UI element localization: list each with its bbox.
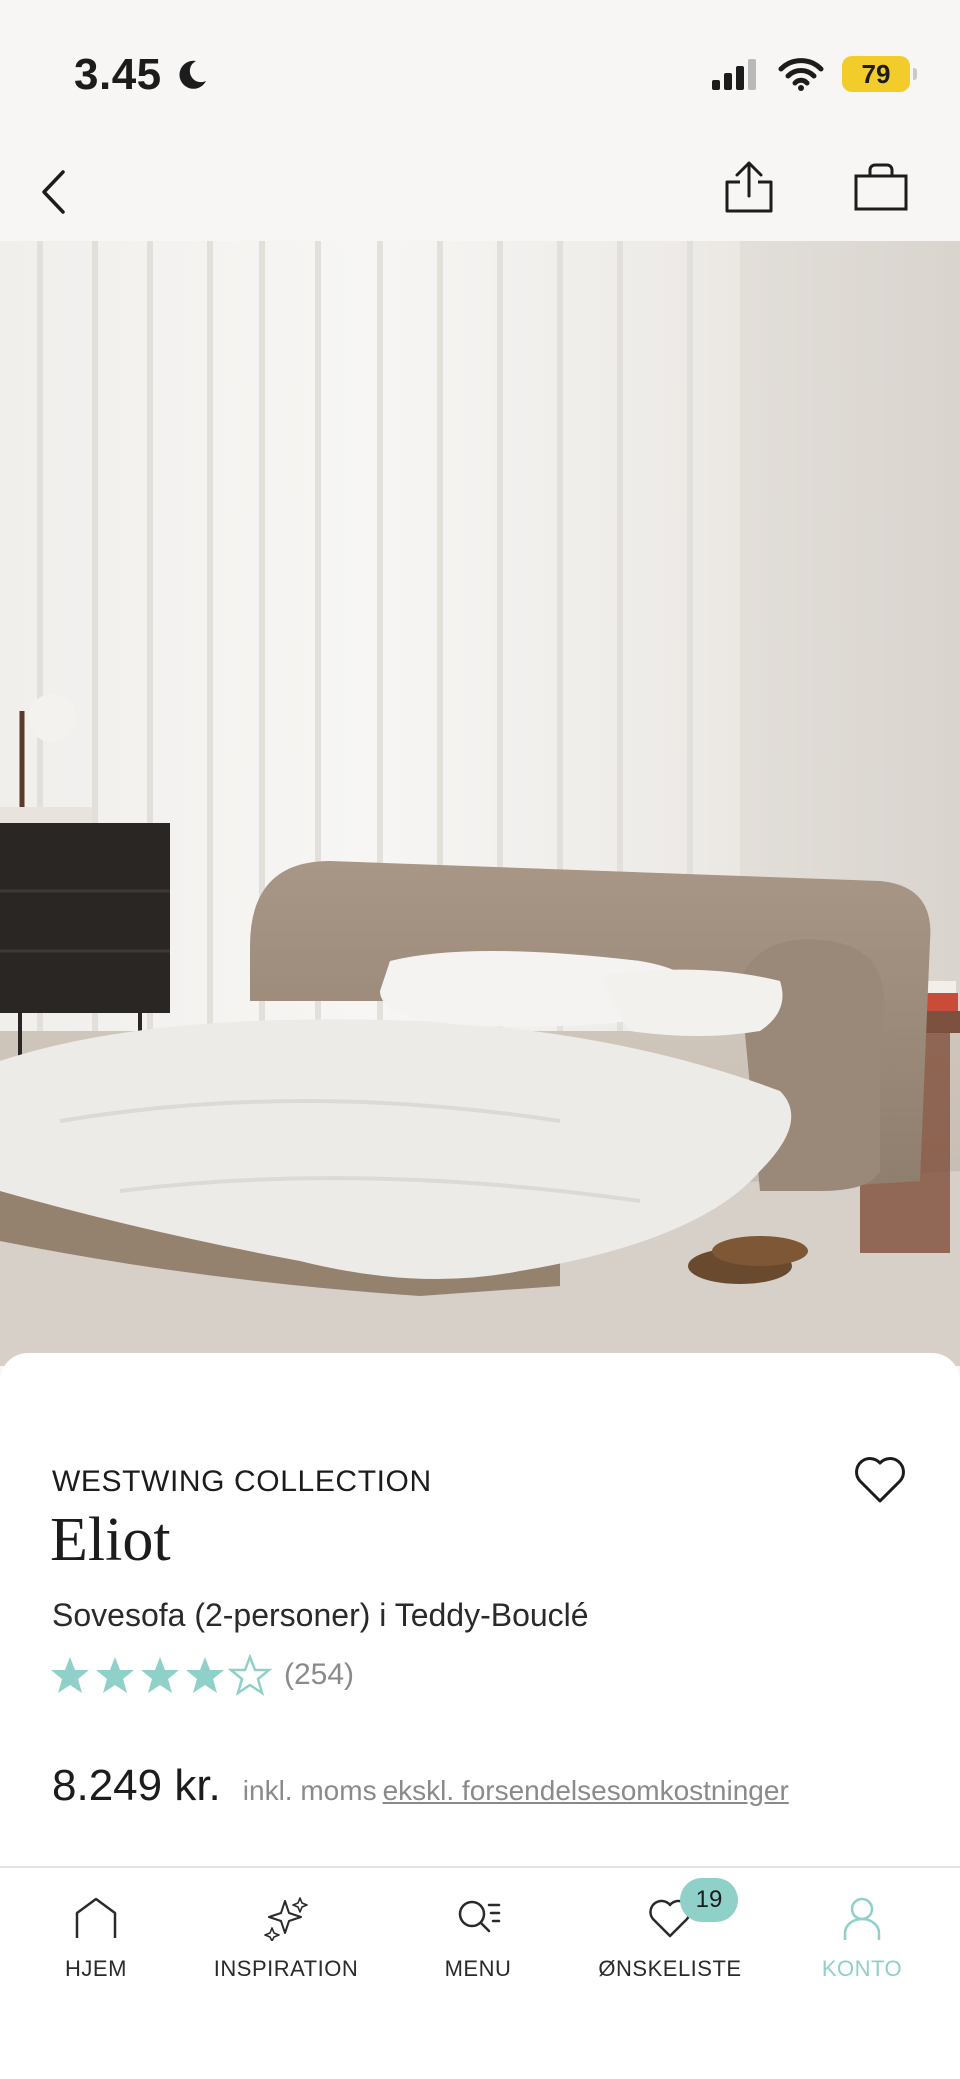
- status-time: 3.45: [74, 50, 210, 100]
- search-menu-icon: [458, 1900, 501, 1933]
- account-icon: [843, 1897, 881, 1940]
- home-icon: [75, 1897, 117, 1938]
- shipping-costs-link[interactable]: ekskl. forsendelsesomkostninger: [383, 1775, 789, 1807]
- vat-note: inkl. moms: [242, 1775, 377, 1806]
- tab-wishlist-label: ØNSKELISTE: [598, 1956, 742, 1981]
- rating-row[interactable]: (254): [50, 1653, 354, 1697]
- status-bar: 3.45 79: [0, 0, 960, 140]
- battery-icon: 79: [842, 56, 917, 92]
- back-chevron-icon: [42, 170, 65, 214]
- product-title: Eliot: [50, 1506, 171, 1574]
- tab-home-label: HJEM: [65, 1956, 127, 1981]
- add-to-wishlist-button[interactable]: [852, 1453, 908, 1509]
- tab-menu[interactable]: MENU: [382, 1868, 574, 2008]
- tab-inspiration-label: INSPIRATION: [213, 1956, 359, 1981]
- tab-home[interactable]: HJEM: [0, 1868, 192, 2008]
- moon-icon: [179, 60, 206, 89]
- wishlist-count-badge: 19: [680, 1878, 738, 1922]
- share-button[interactable]: [718, 154, 780, 220]
- wifi-icon: [778, 58, 824, 91]
- review-count: (254): [284, 1658, 355, 1691]
- sparkles-icon: [264, 1897, 308, 1941]
- price-row: 8.249 kr. inkl. moms ekskl. forsendelses…: [52, 1761, 789, 1811]
- tab-menu-label: MENU: [444, 1956, 512, 1981]
- tab-account[interactable]: KONTO: [766, 1868, 958, 2008]
- shopping-bag-icon: [854, 163, 908, 211]
- time-text: 3.45: [74, 50, 162, 99]
- bottom-tab-bar: HJEM INSPIRATION MENU 19 ØNSKELISTE KONT…: [0, 1866, 960, 2079]
- share-icon: [725, 161, 773, 213]
- tab-wishlist[interactable]: 19 ØNSKELISTE: [574, 1868, 766, 2008]
- heart-outline-icon: [855, 1457, 905, 1503]
- top-navigation: [0, 140, 960, 241]
- price: 8.249 kr.: [52, 1761, 221, 1810]
- product-image[interactable]: [0, 241, 960, 1366]
- product-info-sheet: WESTWING COLLECTION Eliot Sovesofa (2-pe…: [0, 1353, 960, 1866]
- status-indicators: 79: [710, 56, 917, 92]
- sofa-bed-photo: [0, 241, 960, 1366]
- back-button[interactable]: [26, 160, 82, 224]
- cellular-signal-icon: [712, 59, 756, 90]
- brand-name[interactable]: WESTWING COLLECTION: [52, 1465, 432, 1499]
- product-subtitle: Sovesofa (2-personer) i Teddy-Bouclé: [52, 1597, 589, 1633]
- battery-level: 79: [861, 58, 891, 89]
- star-rating-icon: [51, 1655, 271, 1695]
- cart-button[interactable]: [850, 156, 912, 218]
- tab-inspiration[interactable]: INSPIRATION: [190, 1868, 382, 2008]
- tab-account-label: KONTO: [821, 1956, 903, 1981]
